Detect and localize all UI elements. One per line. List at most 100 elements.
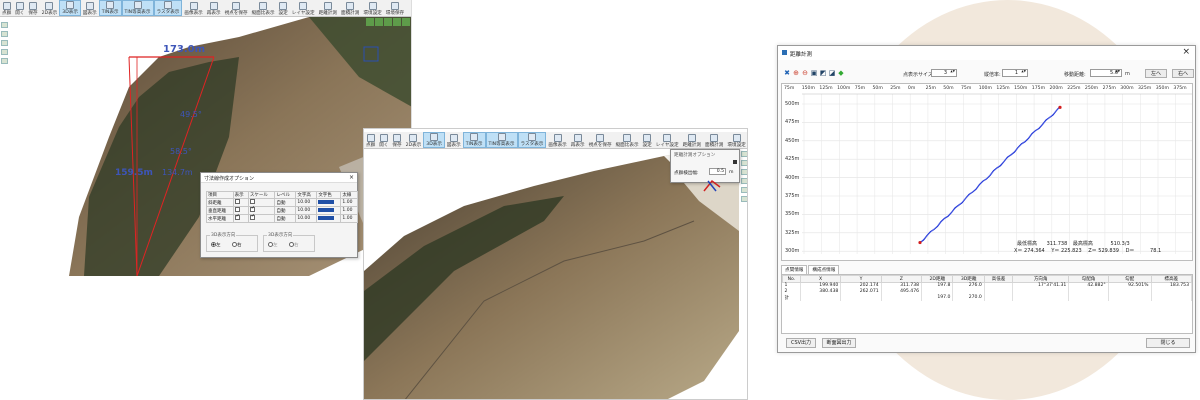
tab-component-info[interactable]: 構成点情報 xyxy=(808,265,840,274)
toolbar-button-13[interactable]: 設定 xyxy=(277,0,290,16)
toolbar-button-2[interactable]: 保存 xyxy=(390,132,403,148)
toolbar-button-17[interactable]: 環境設定 xyxy=(725,132,747,148)
toolbar-button-8[interactable]: ラスタ表示 xyxy=(153,0,183,16)
toolbar-button-13[interactable]: 設定 xyxy=(641,132,654,148)
toolbar-button-3[interactable]: 2D表示 xyxy=(40,0,60,16)
toolbar-button-18[interactable]: 環境保存 xyxy=(384,0,406,16)
text-color-swatch[interactable] xyxy=(318,207,335,212)
profile-plot[interactable]: 75m 150m 125m 100m 75m 50m 25m 0m 25m 50m 75m 100m 1… xyxy=(781,83,1193,261)
toolbar-button-12[interactable]: 縦面比表示 xyxy=(250,0,277,16)
toolbar-button-17[interactable]: 環境設定 xyxy=(361,0,383,16)
color-icon[interactable]: ◆ xyxy=(837,69,845,77)
scale-checkbox[interactable] xyxy=(249,199,255,204)
toolbar-button-0[interactable]: 点群 xyxy=(0,0,13,16)
toolbar-button-10[interactable]: 再表示 xyxy=(205,0,223,16)
detect-width-input[interactable]: 0.5 xyxy=(709,168,726,175)
toolbar-icon xyxy=(45,2,54,10)
toolbar-label: 面積計測 xyxy=(704,143,724,148)
toolbar-button-7[interactable]: TIN等高表示 xyxy=(485,132,518,148)
line-width[interactable]: 1.00 xyxy=(340,206,358,215)
toolbar-button-3[interactable]: 2D表示 xyxy=(404,132,424,148)
tab-point-info[interactable]: 点間情報 xyxy=(781,265,808,274)
move-left-button[interactable]: 左へ xyxy=(1145,69,1167,78)
toolbar-button-5[interactable]: 図表示 xyxy=(445,132,463,148)
close-icon[interactable]: × xyxy=(1182,47,1190,57)
move-distance-input[interactable]: 5.0 xyxy=(1090,69,1122,77)
close-button[interactable]: 閉じる xyxy=(1146,338,1190,348)
level-select[interactable]: 自動 xyxy=(274,214,297,223)
level-select[interactable]: 自動 xyxy=(274,206,297,215)
measure-length2: 134.7m xyxy=(162,168,193,177)
toolbar-icon xyxy=(279,2,288,10)
toolbar-button-11[interactable]: 視点を保存 xyxy=(587,132,614,148)
toolbar-button-9[interactable]: 画像表示 xyxy=(546,132,568,148)
text-height[interactable]: 10.00 xyxy=(295,214,318,223)
toolbar-button-1[interactable]: 開く xyxy=(377,132,390,148)
toolbar-label: 再表示 xyxy=(570,143,585,148)
save-icon[interactable]: ▣ xyxy=(810,69,818,77)
toolbar-button-16[interactable]: 面積計測 xyxy=(703,132,725,148)
toolbar-button-6[interactable]: TIN表示 xyxy=(98,0,122,16)
toolbar-button-0[interactable]: 点群 xyxy=(364,132,377,148)
table-header: 方向角 xyxy=(1012,275,1070,283)
scale-checkbox[interactable] xyxy=(249,213,255,220)
toolbar-label: 図表示 xyxy=(446,143,461,148)
toolbar-button-4[interactable]: 3D表示 xyxy=(59,0,81,16)
close-icon[interactable]: × xyxy=(349,174,354,181)
line-width[interactable]: 1.00 xyxy=(340,214,358,223)
toolbar-button-4[interactable]: 3D表示 xyxy=(423,132,445,148)
toolbar-button-6[interactable]: TIN表示 xyxy=(462,132,486,148)
toolbar-button-14[interactable]: レイヤ設定 xyxy=(290,0,317,16)
table-row[interactable]: 計 197.0 270.0 xyxy=(782,294,1192,301)
zoom-in-icon[interactable]: ⊕ xyxy=(792,69,800,77)
toolbar-button-9[interactable]: 画像表示 xyxy=(182,0,204,16)
section-export-button[interactable]: 断面図出力 xyxy=(822,338,856,348)
show-checkbox[interactable] xyxy=(234,199,240,204)
main-toolbar: 点群 開く 保存 2D表示 3D表示 図表示 TIN表示 TIN等高表示 ラスタ表示 画像表示 再表… xyxy=(364,132,747,149)
toolbar-label: 3D表示 xyxy=(426,142,442,147)
toolbar-label: 2D表示 xyxy=(405,143,422,148)
toolbar-icon xyxy=(346,2,355,10)
toolbar-icon xyxy=(106,1,115,9)
settings-icon[interactable]: ◪ xyxy=(828,69,836,77)
toolbar-button-10[interactable]: 再表示 xyxy=(569,132,587,148)
move-right-button[interactable]: 右へ xyxy=(1172,69,1194,78)
point-size-input[interactable]: 3 xyxy=(931,69,957,77)
point-size-label: 点表示サイズ: xyxy=(903,72,935,78)
toolbar-button-14[interactable]: レイヤ設定 xyxy=(654,132,681,148)
vertical-scale-input[interactable]: 1 xyxy=(1002,69,1028,77)
text-height[interactable]: 10.00 xyxy=(295,206,318,215)
show-checkbox[interactable] xyxy=(234,207,240,212)
scale-checkbox[interactable] xyxy=(249,205,255,212)
fit-icon[interactable]: ✖ xyxy=(783,69,791,77)
line-width[interactable]: 1.00 xyxy=(340,198,358,207)
toolbar-button-15[interactable]: 距離計測 xyxy=(681,132,703,148)
text-color-swatch[interactable] xyxy=(318,199,335,204)
toolbar-icon xyxy=(163,1,172,9)
nav-controls[interactable] xyxy=(366,18,411,27)
level-select[interactable]: 自動 xyxy=(274,198,297,207)
toolbar-button-1[interactable]: 開く xyxy=(13,0,26,16)
measure-top-width: 173.0m xyxy=(163,44,206,55)
zoom-out-icon[interactable]: ⊖ xyxy=(801,69,809,77)
text-color-swatch[interactable] xyxy=(318,215,335,220)
option-row: 斜距離 自動 10.00 1.00 xyxy=(206,198,358,207)
end-point xyxy=(1058,105,1062,109)
toolbar-button-16[interactable]: 面積計測 xyxy=(339,0,361,16)
csv-export-button[interactable]: CSV出力 xyxy=(786,338,816,348)
table-cell xyxy=(800,294,842,301)
toolbar-icon xyxy=(2,2,11,10)
toolbar-button-8[interactable]: ラスタ表示 xyxy=(517,132,547,148)
toolbar-button-15[interactable]: 距離計測 xyxy=(317,0,339,16)
lock-icon[interactable] xyxy=(733,160,737,164)
toolbar-button-2[interactable]: 保存 xyxy=(26,0,39,16)
elevation-summary: 最低標高 311.738 最高標高 510.3/3 xyxy=(1017,241,1130,247)
text-height[interactable]: 10.00 xyxy=(295,198,318,207)
toolbar-button-12[interactable]: 縦面比表示 xyxy=(614,132,641,148)
toolbar-button-7[interactable]: TIN等高表示 xyxy=(121,0,154,16)
toolbar-button-5[interactable]: 図表示 xyxy=(81,0,99,16)
toolbar-label: 視点を保存 xyxy=(588,143,612,148)
toolbar-button-11[interactable]: 視点を保存 xyxy=(223,0,250,16)
export-icon[interactable]: ◩ xyxy=(819,69,827,77)
show-checkbox[interactable] xyxy=(234,213,240,220)
